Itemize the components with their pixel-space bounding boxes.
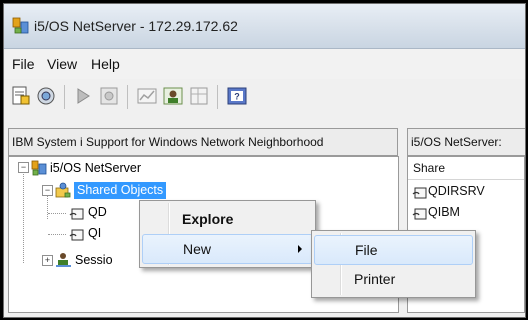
submenu-item-file-label: File <box>355 242 378 258</box>
tree-share-qi[interactable]: QI <box>88 226 101 240</box>
help-icon[interactable]: ? <box>226 85 248 107</box>
toolbar-separator <box>64 85 65 109</box>
share-row-qibm[interactable]: QIBM <box>428 205 460 219</box>
stop-icon[interactable] <box>98 85 120 107</box>
tree-line <box>48 234 66 235</box>
share-folder-icon <box>412 208 427 220</box>
submenu-item-printer[interactable]: Printer <box>314 265 473 293</box>
menu-view[interactable]: View <box>47 56 77 72</box>
right-pane-header: i5/OS NetServer: <box>407 128 525 156</box>
share-folder-icon <box>69 208 84 220</box>
share-folder-icon <box>412 187 427 199</box>
network-icon[interactable] <box>35 85 57 107</box>
netserver-icon <box>31 160 47 176</box>
root-collapse-toggle[interactable]: − <box>18 162 29 173</box>
left-pane-header: IBM System i Support for Windows Network… <box>8 128 398 156</box>
share-folder-icon <box>69 229 84 241</box>
tree-line <box>48 213 66 214</box>
share-row-qdirsrv[interactable]: QDIRSRV <box>428 184 485 198</box>
context-item-explore[interactable]: Explore <box>142 205 313 233</box>
sessions-expand-toggle[interactable]: + <box>42 255 53 266</box>
toolbar: ? <box>4 79 525 115</box>
chart-icon[interactable] <box>136 85 158 107</box>
context-item-explore-label: Explore <box>182 211 234 227</box>
tree-line <box>23 170 24 263</box>
context-item-new[interactable]: New <box>142 234 313 264</box>
shared-objects-collapse-toggle[interactable]: − <box>42 185 53 196</box>
start-icon[interactable] <box>72 85 94 107</box>
submenu-item-printer-label: Printer <box>354 271 396 287</box>
new-submenu: File Printer <box>311 230 476 298</box>
context-menu: Explore New <box>139 200 316 268</box>
tree-share-qd[interactable]: QD <box>88 205 107 219</box>
properties-icon[interactable] <box>10 85 32 107</box>
toolbar-separator <box>217 85 218 109</box>
sheet-icon[interactable] <box>188 85 210 107</box>
menu-help[interactable]: Help <box>91 56 120 72</box>
title-bar[interactable]: i5/OS NetServer - 172.29.172.62 <box>4 4 525 49</box>
toolbar-separator <box>127 85 128 109</box>
shared-objects-icon <box>55 182 71 198</box>
tree-root-label[interactable]: i5/OS NetServer <box>50 161 141 175</box>
submenu-arrow-icon <box>298 245 302 253</box>
menu-file[interactable]: File <box>12 56 35 72</box>
netserver-window: i5/OS NetServer - 172.29.172.62 File Vie… <box>3 3 526 318</box>
user-icon[interactable] <box>162 85 184 107</box>
submenu-item-file[interactable]: File <box>314 235 473 265</box>
menu-bar: File View Help <box>4 49 525 79</box>
share-column-header[interactable]: Share <box>408 157 524 180</box>
tree-shared-objects[interactable]: Shared Objects <box>74 182 167 199</box>
window-title: i5/OS NetServer - 172.29.172.62 <box>34 18 238 34</box>
sessions-icon <box>56 253 71 267</box>
context-item-new-label: New <box>183 241 212 257</box>
tree-sessions[interactable]: Sessio <box>75 253 113 267</box>
svg-text:?: ? <box>234 92 240 102</box>
netserver-app-icon <box>12 17 29 34</box>
